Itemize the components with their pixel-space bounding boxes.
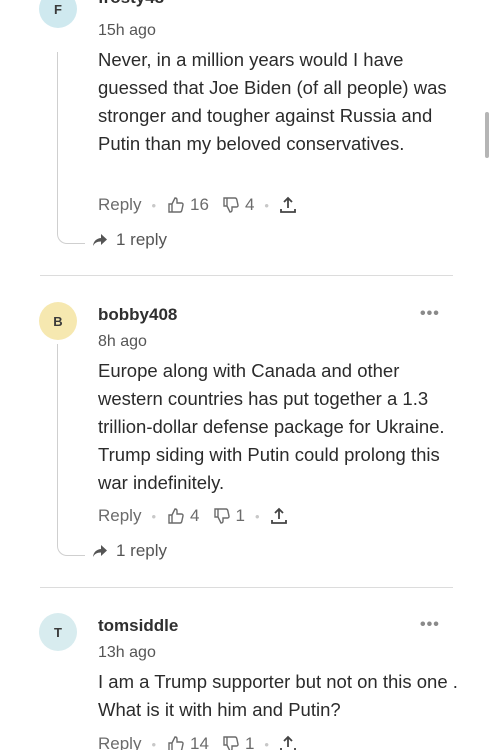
separator: • (151, 197, 157, 213)
replies-count: 1 reply (116, 230, 168, 249)
username[interactable]: bobby408 (98, 305, 177, 325)
reply-button[interactable]: Reply (98, 506, 141, 526)
thumbs-down-icon (213, 508, 230, 524)
view-replies-button[interactable]: 1 reply (92, 541, 167, 561)
more-options-button[interactable]: ••• (420, 305, 440, 323)
scrollbar[interactable] (485, 112, 489, 158)
separator: • (151, 736, 157, 750)
thumbs-up-icon (168, 508, 184, 524)
share-icon (280, 735, 296, 750)
separator: • (264, 197, 269, 213)
share-button[interactable] (279, 195, 297, 215)
thumbs-down-icon (223, 197, 239, 213)
avatar[interactable]: B (39, 302, 77, 340)
username[interactable]: tomsiddle (98, 616, 178, 636)
dislike-count: 4 (244, 195, 255, 214)
share-button[interactable] (279, 734, 297, 750)
reply-button[interactable]: Reply (98, 195, 141, 215)
share-icon (270, 507, 287, 524)
separator: • (151, 508, 157, 524)
divider (40, 587, 453, 588)
thumbs-down-icon (223, 736, 239, 750)
share-icon (280, 196, 296, 213)
username[interactable]: frosty48 (98, 0, 164, 8)
dislike-count: 1 (244, 734, 255, 750)
like-button[interactable]: 14 (166, 734, 209, 750)
replies-count: 1 reply (116, 541, 168, 560)
comment-text: I am a Trump supporter but not on this o… (98, 671, 458, 720)
thread-line (57, 52, 85, 244)
timestamp: 15h ago (98, 22, 156, 39)
avatar-letter: T (54, 624, 62, 640)
like-button[interactable]: 4 (166, 506, 200, 526)
more-options-button[interactable]: ••• (420, 0, 440, 8)
comment-actions: Reply • 4 1 • (98, 505, 288, 527)
like-count: 16 (190, 195, 209, 214)
like-count: 14 (190, 734, 209, 750)
avatar-letter: F (54, 1, 62, 17)
thumbs-up-icon (168, 736, 184, 750)
share-button[interactable] (270, 506, 288, 526)
reply-button[interactable]: Reply (98, 734, 141, 750)
dislike-count: 1 (235, 506, 245, 525)
timestamp: 8h ago (98, 333, 147, 350)
comment-actions: Reply • 14 1 • (98, 733, 297, 750)
comment-text: Never, in a million years would I have g… (98, 49, 447, 154)
separator: • (254, 508, 260, 524)
reply-arrow-icon (93, 545, 107, 557)
dislike-button[interactable]: 1 (221, 734, 254, 750)
like-button[interactable]: 16 (166, 195, 209, 215)
timestamp: 13h ago (98, 644, 156, 661)
dislike-button[interactable]: 1 (212, 506, 245, 526)
more-options-button[interactable]: ••• (420, 616, 440, 634)
separator: • (264, 736, 269, 750)
thumbs-up-icon (168, 197, 184, 213)
view-replies-button[interactable]: 1 reply (92, 230, 167, 250)
comment-actions: Reply • 16 4 • (98, 194, 297, 216)
comment-text: Europe along with Canada and other weste… (98, 360, 445, 493)
dislike-button[interactable]: 4 (221, 195, 254, 215)
like-count: 4 (190, 506, 200, 525)
thread-line (57, 344, 85, 556)
reply-arrow-icon (93, 234, 107, 246)
avatar[interactable]: F (39, 0, 77, 28)
divider (40, 275, 453, 276)
avatar-letter: B (53, 313, 63, 329)
avatar[interactable]: T (39, 613, 77, 651)
